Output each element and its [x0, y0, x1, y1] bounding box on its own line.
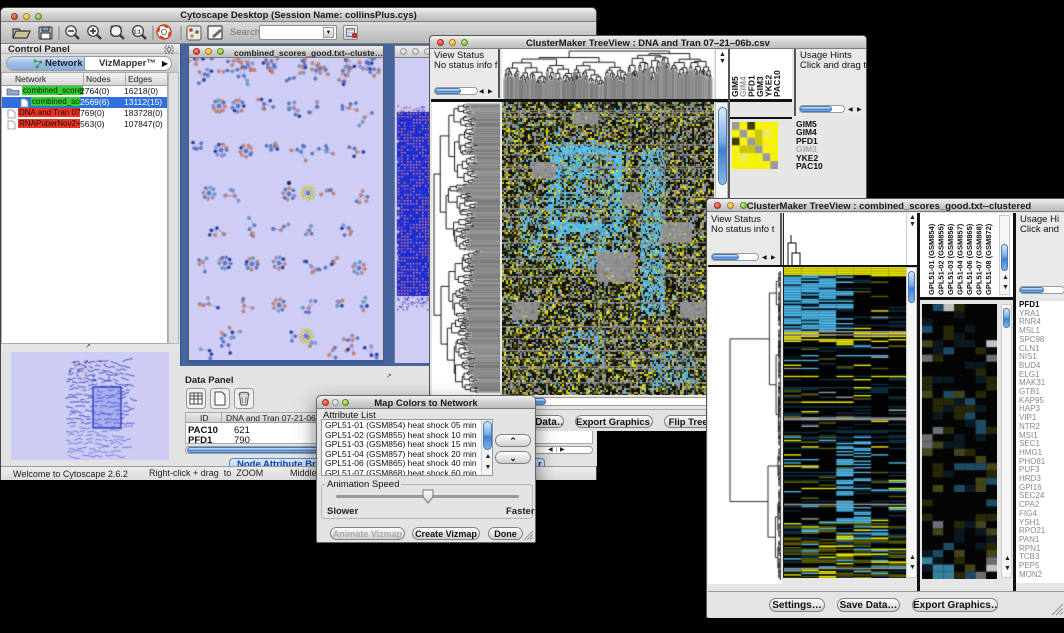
svg-text:GPL51-07 (GSM868): GPL51-07 (GSM868)	[975, 223, 984, 295]
svg-text:Search:: Search:	[230, 27, 263, 38]
svg-text:GPL51-01 (GSM854): GPL51-01 (GSM854)	[927, 223, 936, 295]
svg-text:1:1: 1:1	[134, 30, 141, 36]
svg-text:PAC10: PAC10	[772, 70, 782, 97]
svg-text:GPL51-04 (GSM857): GPL51-04 (GSM857)	[956, 223, 965, 295]
svg-text:GPL51-08 (GSM872): GPL51-08 (GSM872)	[984, 223, 993, 295]
svg-text:GPL51-02 (GSM855): GPL51-02 (GSM855)	[937, 223, 946, 295]
svg-text:GPL51-06 (GSM865): GPL51-06 (GSM865)	[965, 223, 974, 295]
svg-text:GPL51-03 (GSM856): GPL51-03 (GSM856)	[946, 223, 955, 295]
